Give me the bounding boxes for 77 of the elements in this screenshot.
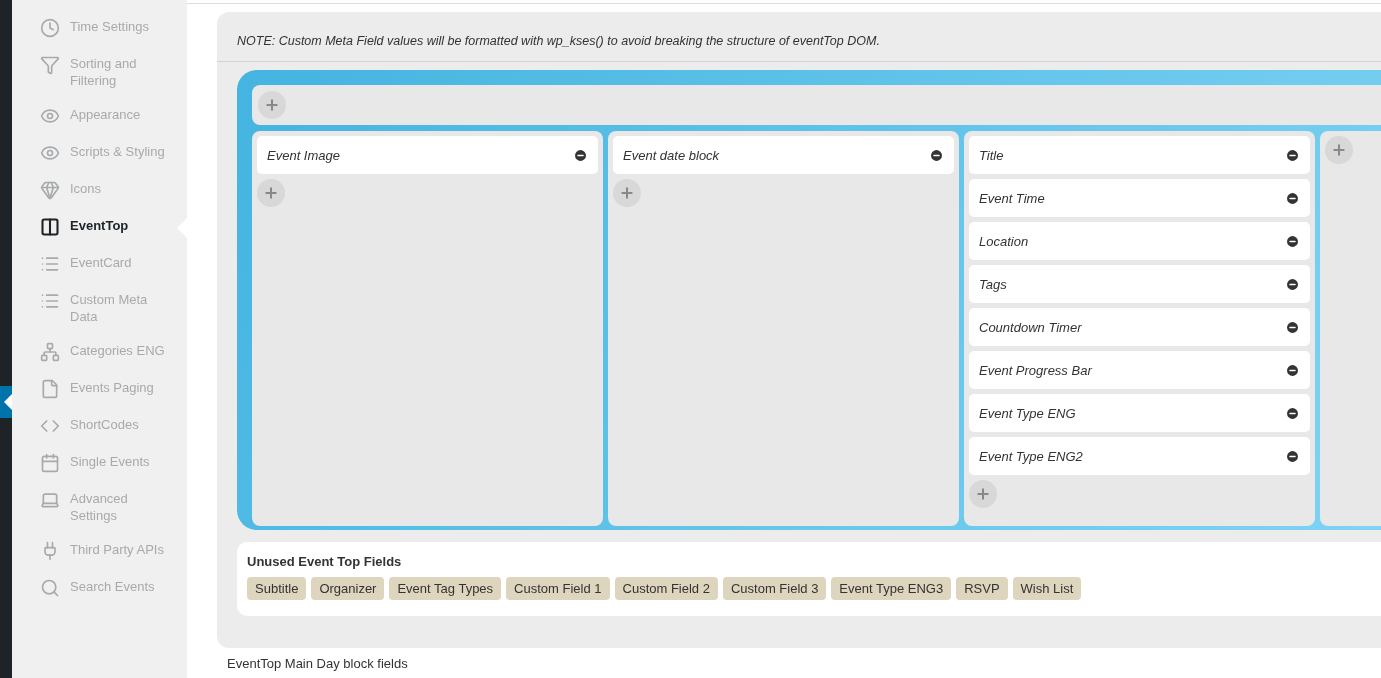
field-row[interactable]: Location — [969, 222, 1310, 260]
remove-button[interactable] — [1285, 448, 1300, 464]
add-button[interactable] — [969, 480, 997, 508]
remove-icon — [1285, 276, 1300, 292]
field-row[interactable]: Countdown Timer — [969, 308, 1310, 346]
remove-button[interactable] — [1285, 276, 1300, 292]
menu-icon — [40, 490, 60, 510]
menu-icon — [40, 18, 60, 38]
field-label: Countdown Timer — [979, 319, 1082, 335]
menu-icon — [40, 379, 60, 399]
plus-icon — [263, 185, 279, 201]
plus-icon — [975, 486, 991, 502]
field-row[interactable]: Event Type ENG2 — [969, 437, 1310, 475]
field-label: Event Time — [979, 190, 1045, 206]
field-tag[interactable]: Custom Field 3 — [722, 577, 827, 600]
current-menu-marker — [0, 386, 12, 418]
field-tag[interactable]: Event Tag Types — [389, 577, 502, 600]
field-row[interactable]: Event Type ENG — [969, 394, 1310, 432]
field-row[interactable]: Event Time — [969, 179, 1310, 217]
field-tag[interactable]: Custom Field 1 — [506, 577, 610, 600]
remove-button[interactable] — [1285, 362, 1300, 378]
remove-icon — [1285, 448, 1300, 464]
menu-icon — [40, 106, 60, 126]
add-button[interactable] — [257, 179, 285, 207]
field-row[interactable]: Event Progress Bar — [969, 351, 1310, 389]
remove-icon — [1285, 190, 1300, 206]
plus-icon — [1331, 142, 1347, 158]
remove-button[interactable] — [929, 147, 944, 163]
field-label: Event Progress Bar — [979, 362, 1092, 378]
menu-icon — [40, 453, 60, 473]
field-tag[interactable]: Subtitle — [247, 577, 307, 600]
menu-icon — [40, 55, 60, 75]
menu-icon — [40, 180, 60, 200]
field-tag[interactable]: Event Type ENG3 — [831, 577, 952, 600]
note-text: NOTE: Custom Meta Field values will be formatted with wp_kses() to avoid breaking the structure of eventTop DOM. — [217, 12, 1381, 62]
field-label: Event Type ENG — [979, 405, 1076, 421]
remove-button[interactable] — [573, 147, 588, 163]
add-button[interactable] — [613, 179, 641, 207]
field-row[interactable]: Title — [969, 136, 1310, 174]
field-tag[interactable]: RSVP — [956, 577, 1008, 600]
field-row[interactable]: Tags — [969, 265, 1310, 303]
menu-icon — [40, 342, 60, 362]
menu-icon — [40, 254, 60, 274]
remove-icon — [1285, 319, 1300, 335]
field-label: Event Type ENG2 — [979, 448, 1083, 464]
remove-button[interactable] — [1285, 233, 1300, 249]
field-label: Event Image — [267, 147, 340, 163]
sidebar-item[interactable]: EventTop — [12, 209, 187, 246]
add-button[interactable] — [1325, 136, 1353, 164]
menu-icon — [40, 143, 60, 163]
field-label: Title — [979, 147, 1004, 163]
menu-icon — [40, 291, 60, 311]
menu-icon — [40, 217, 60, 237]
remove-button[interactable] — [1285, 319, 1300, 335]
menu-icon — [40, 578, 60, 598]
plus-icon — [619, 185, 635, 201]
field-tag[interactable]: Organizer — [311, 577, 385, 600]
field-tag[interactable]: Wish List — [1012, 577, 1082, 600]
section-title: EventTop Main Day block fields — [226, 655, 409, 671]
remove-button[interactable] — [1285, 147, 1300, 163]
add-button[interactable] — [258, 91, 286, 119]
field-row[interactable]: Event date block — [613, 136, 954, 174]
plus-icon — [264, 97, 280, 113]
remove-icon — [1285, 405, 1300, 421]
field-label: Event date block — [623, 147, 720, 163]
remove-icon — [929, 147, 944, 163]
remove-icon — [573, 147, 588, 163]
field-label: Tags — [979, 276, 1007, 292]
remove-button[interactable] — [1285, 405, 1300, 421]
remove-icon — [1285, 362, 1300, 378]
remove-icon — [1285, 233, 1300, 249]
field-label: Location — [979, 233, 1029, 249]
remove-button[interactable] — [1285, 190, 1300, 206]
remove-icon — [1285, 147, 1300, 163]
field-row[interactable]: Event Image — [257, 136, 598, 174]
field-tag[interactable]: Custom Field 2 — [614, 577, 718, 600]
unused-fields-title: Unused Event Top Fields — [247, 554, 403, 569]
